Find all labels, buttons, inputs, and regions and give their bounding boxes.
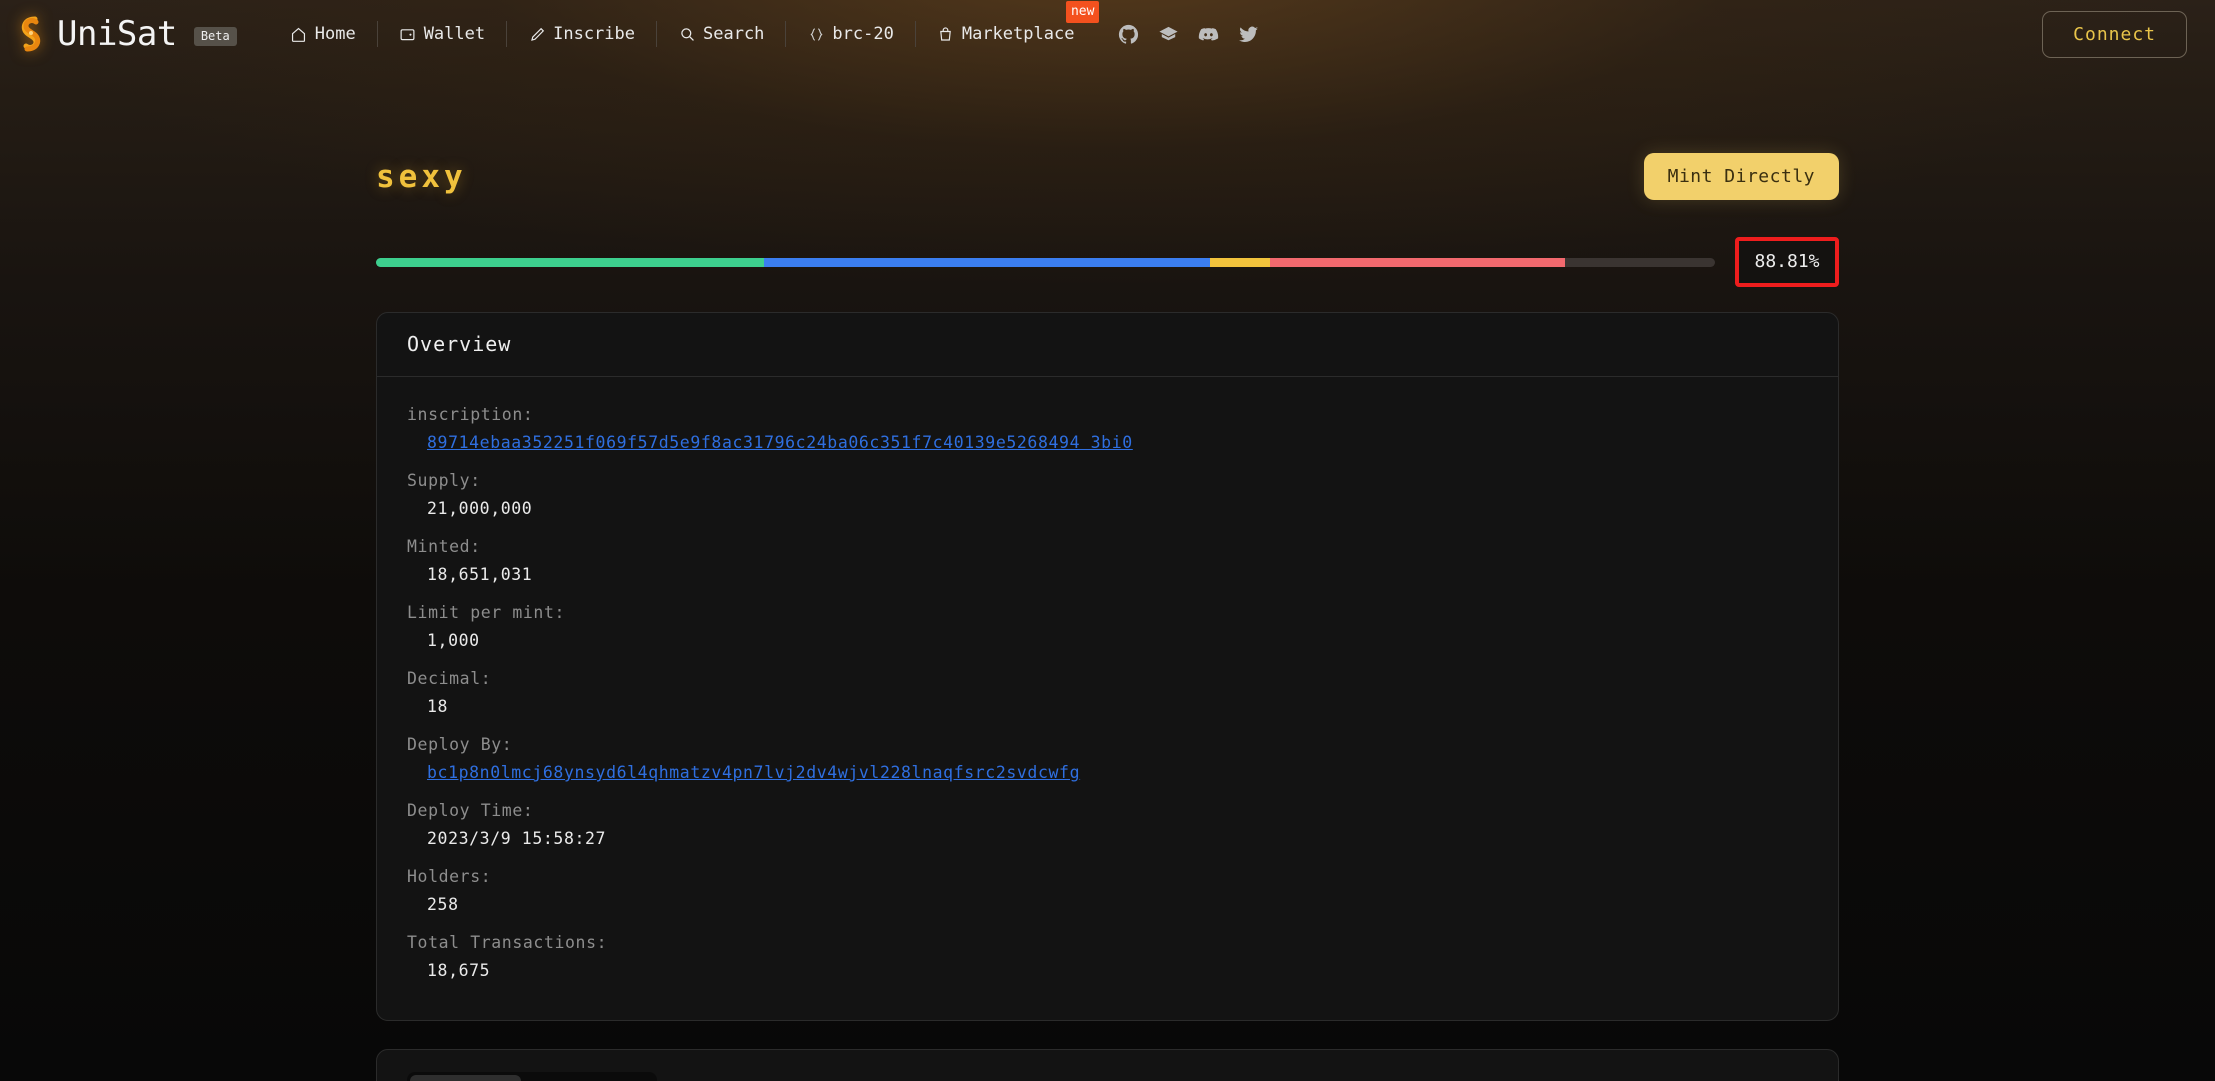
overview-field: Supply: 21,000,000 [407,471,1808,518]
app-header: UniSat Beta Home Wallet Inscribe Search … [0,0,2215,68]
overview-field: Holders: 258 [407,867,1808,914]
overview-field: Deploy Time: 2023/3/9 15:58:27 [407,801,1808,848]
github-icon[interactable] [1117,23,1140,46]
book-icon[interactable] [1157,23,1180,46]
overview-field-value: 2023/3/9 15:58:27 [427,829,607,848]
overview-field: Deploy By: bc1p8n0lmcj68ynsyd6l4qhmatzv4p… [407,735,1808,782]
overview-field-value: 21,000,000 [427,499,533,518]
social-links [1117,23,1260,46]
progress-segment-yellow [1210,257,1271,267]
nav-item-brc20-label: brc-20 [832,24,894,44]
overview-field-label: Supply: [407,471,481,490]
nav-item-wallet[interactable]: Wallet [378,18,506,50]
nav-item-search-label: Search [703,24,765,44]
mint-progress-bar [376,257,1715,267]
bottom-tabs: Holders Transfers [407,1072,657,1081]
discord-icon[interactable] [1197,23,1220,46]
overview-field-label: Limit per mint: [407,603,566,622]
overview-field-link[interactable]: bc1p8n0lmcj68ynsyd6l4qhmatzv4pn7lvj2dv4w… [407,763,1808,782]
tab-holders[interactable]: Holders [410,1075,522,1081]
overview-field-label: Deploy Time: [407,801,534,820]
tab-transfers[interactable]: Transfers [521,1075,654,1081]
nav-item-inscribe[interactable]: Inscribe [507,18,656,50]
bag-icon [937,25,955,43]
overview-field-link[interactable]: 89714ebaa352251f069f57d5e9f8ac31796c24ba… [407,433,1808,452]
brand-logo[interactable]: UniSat Beta [14,14,237,54]
holders-transfers-card: Holders Transfers [376,1049,1839,1081]
overview-field-label: Minted: [407,537,481,556]
progress-segment-green [376,257,765,267]
overview-field: Decimal: 18 [407,669,1808,716]
nav-item-marketplace-label: Marketplace [961,24,1075,44]
overview-field-label: Holders: [407,867,492,886]
overview-field: Minted: 18,651,031 [407,537,1808,584]
mint-directly-button[interactable]: Mint Directly [1643,153,1839,200]
nav-item-search[interactable]: Search [657,18,785,50]
unisat-logo-icon [14,15,48,53]
overview-card-title: Overview [377,313,1838,377]
page-title: sexy [376,158,467,195]
progress-segment-red [1270,257,1565,267]
nav-item-marketplace[interactable]: Marketplace new [916,1,1100,50]
overview-field-label: inscription: [407,405,534,424]
overview-field-value: 258 [427,895,459,914]
overview-field-label: Deploy By: [407,735,513,754]
mint-progress-row: 88.81% [376,237,1839,287]
overview-field: Limit per mint: 1,000 [407,603,1808,650]
brand-name: UniSat [57,14,177,54]
twitter-icon[interactable] [1237,23,1260,46]
overview-field-label: Total Transactions: [407,933,608,952]
overview-field-value: 1,000 [427,631,480,650]
nav-item-brc20[interactable]: brc-20 [786,18,914,50]
nav-item-home-label: Home [314,24,356,44]
overview-card: Overview inscription: 89714ebaa352251f069… [376,312,1839,1021]
overview-field-value: 18,675 [427,961,491,980]
wallet-icon [399,25,417,43]
home-icon [290,25,308,43]
overview-field: inscription: 89714ebaa352251f069f57d5e9f8… [407,405,1808,452]
overview-field-value: 18,651,031 [427,565,533,584]
code-braces-icon [807,25,825,43]
connect-button[interactable]: Connect [2042,10,2187,58]
search-icon [678,25,696,43]
overview-fields: inscription: 89714ebaa352251f069f57d5e9f8… [377,377,1838,1020]
nav-item-home[interactable]: Home [269,18,377,50]
main-nav: Home Wallet Inscribe Search brc-20 Marke… [269,1,1261,54]
page-content: sexy Mint Directly 88.81% Overview inscr… [0,68,2215,1081]
mint-progress-percent: 88.81% [1735,237,1839,287]
overview-field-value: 18 [427,697,449,716]
pencil-icon [528,25,546,43]
new-badge: new [1065,1,1100,23]
overview-field-label: Decimal: [407,669,492,688]
token-title-row: sexy Mint Directly [376,153,1839,200]
progress-segment-blue [764,257,1211,267]
beta-badge: Beta [193,26,237,46]
nav-item-inscribe-label: Inscribe [553,24,635,44]
overview-field: Total Transactions: 18,675 [407,933,1808,980]
nav-item-wallet-label: Wallet [423,24,486,44]
